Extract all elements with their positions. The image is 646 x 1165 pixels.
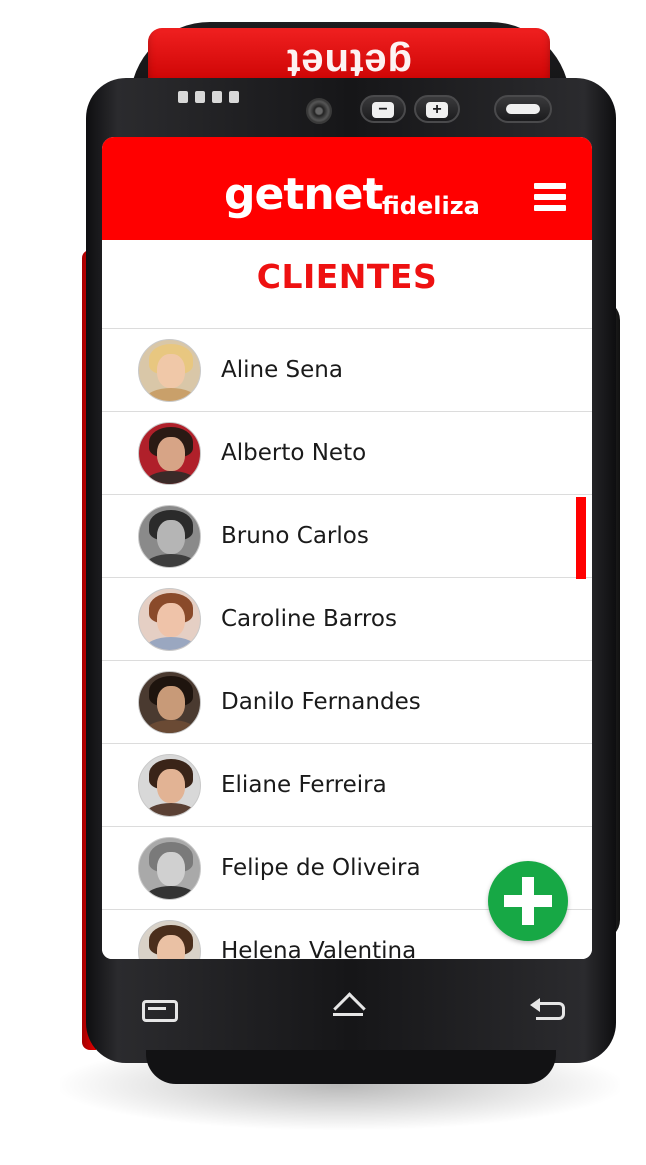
client-name: Alberto Neto xyxy=(221,440,367,466)
volume-down-button[interactable]: − xyxy=(360,95,406,123)
volume-up-button[interactable]: + xyxy=(414,95,460,123)
home-icon[interactable] xyxy=(328,993,368,1023)
page-title: CLIENTES xyxy=(256,257,438,296)
getnet-logo: getnet xyxy=(224,169,384,220)
client-row[interactable]: Caroline Barros xyxy=(102,577,592,660)
fideliza-logo: fideliza xyxy=(382,192,480,220)
client-row[interactable]: Aline Sena xyxy=(102,328,592,411)
back-icon[interactable] xyxy=(528,993,568,1023)
avatar xyxy=(138,339,201,402)
power-button[interactable] xyxy=(494,95,552,123)
client-row[interactable]: Alberto Neto xyxy=(102,411,592,494)
avatar xyxy=(138,422,201,485)
device-bottom xyxy=(146,1050,556,1084)
client-name: Eliane Ferreira xyxy=(221,772,387,798)
client-row[interactable]: Eliane Ferreira xyxy=(102,743,592,826)
avatar xyxy=(138,588,201,651)
scroll-indicator[interactable] xyxy=(576,497,586,579)
logo-dots-icon xyxy=(366,183,376,193)
avatar xyxy=(138,671,201,734)
recent-apps-icon[interactable] xyxy=(138,993,178,1023)
client-name: Helena Valentina xyxy=(221,938,417,959)
client-name: Danilo Fernandes xyxy=(221,689,421,715)
app-screen: getnet fideliza CLIENTES Aline Sena Albe… xyxy=(102,137,592,959)
client-name: Caroline Barros xyxy=(221,606,397,632)
client-row[interactable]: Bruno Carlos xyxy=(102,494,592,577)
client-name: Aline Sena xyxy=(221,357,343,383)
avatar xyxy=(138,837,201,900)
client-row[interactable]: Danilo Fernandes xyxy=(102,660,592,743)
avatar xyxy=(138,920,201,959)
avatar xyxy=(138,754,201,817)
front-camera-icon xyxy=(306,98,332,124)
client-name: Felipe de Oliveira xyxy=(221,855,421,881)
app-header: getnet fideliza xyxy=(102,137,592,240)
hamburger-menu-icon[interactable] xyxy=(534,183,566,213)
navigation-bar xyxy=(88,985,608,1033)
speaker-grille xyxy=(178,88,246,103)
client-name: Bruno Carlos xyxy=(221,523,369,549)
add-client-button[interactable] xyxy=(488,861,568,941)
avatar xyxy=(138,505,201,568)
